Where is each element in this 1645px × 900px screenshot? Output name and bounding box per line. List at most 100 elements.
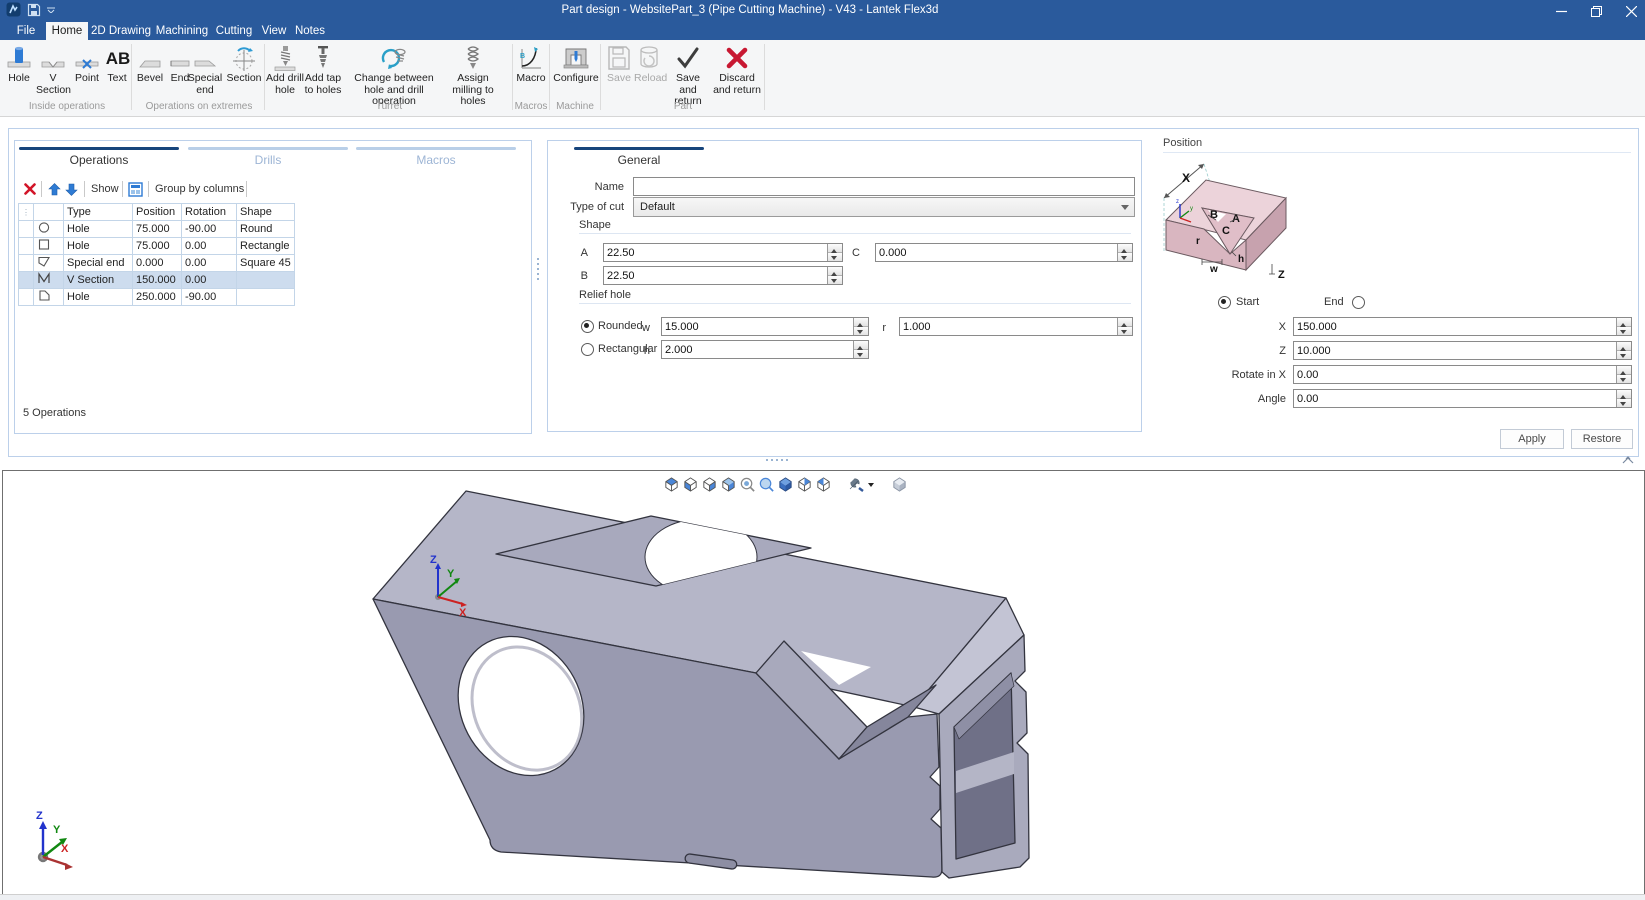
b-spinner[interactable]: [827, 267, 842, 284]
minimize-button[interactable]: [1556, 6, 1567, 17]
name-field[interactable]: [633, 177, 1135, 196]
c-field[interactable]: [875, 243, 1133, 262]
type-of-cut-dropdown[interactable]: Default: [633, 197, 1135, 217]
x-position-field[interactable]: [1293, 317, 1632, 336]
tab-file[interactable]: File: [10, 22, 42, 40]
vertical-splitter[interactable]: [537, 258, 539, 280]
a-input[interactable]: [607, 245, 826, 260]
c-input[interactable]: [879, 245, 1116, 260]
assign-milling-button[interactable]: Assign milling to holes: [442, 44, 504, 108]
h-spinner[interactable]: [853, 341, 868, 358]
material-cube-icon[interactable]: [891, 476, 908, 493]
x-position-input[interactable]: [1297, 319, 1615, 334]
rotate-in-x-field[interactable]: [1293, 365, 1632, 384]
collapse-panel-icon[interactable]: [1622, 455, 1634, 464]
rotate-in-x-spinner[interactable]: [1616, 366, 1631, 383]
table-row[interactable]: Hole 75.000 0.00 Rectangle: [19, 238, 295, 255]
tab-home[interactable]: Home: [46, 22, 88, 40]
add-tap-to-holes-button[interactable]: Add tap to holes: [301, 44, 345, 96]
table-row[interactable]: Hole 250.000 -90.00: [19, 289, 295, 306]
table-row[interactable]: Special end 0.000 0.00 Square 45: [19, 255, 295, 272]
angle-field[interactable]: [1293, 389, 1632, 408]
rounded-radio[interactable]: [581, 320, 594, 333]
move-down-icon[interactable]: [65, 183, 78, 196]
table-row-selected[interactable]: V Section 150.000 0.00: [19, 272, 295, 289]
z-position-input[interactable]: [1297, 343, 1615, 358]
restore-button[interactable]: Restore: [1571, 429, 1633, 449]
h-field[interactable]: [661, 340, 869, 359]
end-radio[interactable]: [1352, 296, 1365, 309]
configure-button[interactable]: Configure: [553, 44, 599, 85]
group-by-columns-button[interactable]: Group by columns: [155, 183, 244, 195]
rotate-in-x-input[interactable]: [1297, 367, 1615, 382]
zoom-window-icon[interactable]: [758, 476, 775, 493]
hole-button[interactable]: Hole: [4, 44, 34, 85]
save-button[interactable]: Save: [604, 44, 634, 85]
add-drill-hole-button[interactable]: Add drill hole: [266, 44, 304, 96]
column-chooser-icon[interactable]: [128, 182, 143, 197]
macro-button[interactable]: B Macro: [515, 44, 547, 85]
tab-operations[interactable]: Operations: [19, 153, 179, 167]
3d-viewport[interactable]: Z Y X Z Y X: [2, 470, 1645, 895]
move-up-icon[interactable]: [48, 183, 61, 196]
w-field[interactable]: [661, 317, 869, 336]
w-input[interactable]: [665, 319, 852, 334]
horizontal-splitter[interactable]: [766, 459, 788, 461]
a-field[interactable]: [603, 243, 843, 262]
x-position-spinner[interactable]: [1616, 318, 1631, 335]
h-input[interactable]: [665, 342, 852, 357]
name-input[interactable]: [637, 179, 1132, 194]
qat-dropdown-icon[interactable]: [47, 7, 55, 13]
r-spinner[interactable]: [1117, 318, 1132, 335]
rotation-column-header[interactable]: Rotation: [182, 204, 237, 221]
r-input[interactable]: [903, 319, 1116, 334]
shaded-view-icon[interactable]: [777, 476, 794, 493]
rectangular-radio[interactable]: [581, 343, 594, 356]
special-end-button[interactable]: Special end: [186, 44, 224, 96]
point-button[interactable]: Point: [72, 44, 102, 85]
save-quick-icon[interactable]: [27, 3, 41, 17]
view-iso-icon[interactable]: [720, 476, 737, 493]
discard-and-return-button[interactable]: Discard and return: [712, 44, 762, 96]
save-and-return-button[interactable]: Save and return: [666, 44, 710, 108]
section-button[interactable]: Section: [224, 44, 264, 85]
w-spinner[interactable]: [853, 318, 868, 335]
v-section-button[interactable]: V Section: [36, 44, 70, 96]
tab-2d-drawing[interactable]: 2D Drawing: [90, 22, 152, 40]
tab-cutting[interactable]: Cutting: [212, 22, 256, 40]
start-radio[interactable]: [1218, 296, 1231, 309]
tab-general[interactable]: General: [574, 153, 704, 167]
view-right-icon[interactable]: [701, 476, 718, 493]
zoom-orbit-icon[interactable]: [739, 476, 756, 493]
view-back-icon[interactable]: [796, 476, 813, 493]
tab-view[interactable]: View: [258, 22, 290, 40]
position-column-header[interactable]: Position: [133, 204, 182, 221]
z-position-spinner[interactable]: [1616, 342, 1631, 359]
close-button[interactable]: [1626, 6, 1637, 17]
text-button[interactable]: AB Text: [103, 44, 131, 85]
tab-macros[interactable]: Macros: [356, 153, 516, 167]
tab-machining[interactable]: Machining: [154, 22, 210, 40]
app-logo-icon[interactable]: [6, 2, 21, 17]
c-spinner[interactable]: [1117, 244, 1132, 261]
restore-button[interactable]: [1591, 6, 1602, 17]
b-field[interactable]: [603, 266, 843, 285]
type-column-header[interactable]: Type: [64, 204, 133, 221]
view-top-icon[interactable]: [663, 476, 680, 493]
display-options-icon[interactable]: [848, 476, 876, 493]
icon-column-header[interactable]: [34, 204, 64, 221]
r-field[interactable]: [899, 317, 1133, 336]
table-row[interactable]: Hole 75.000 -90.00 Round: [19, 221, 295, 238]
b-input[interactable]: [607, 268, 826, 283]
apply-button[interactable]: Apply: [1500, 429, 1564, 449]
tab-drills[interactable]: Drills: [188, 153, 348, 167]
tab-notes[interactable]: Notes: [292, 22, 328, 40]
z-position-field[interactable]: [1293, 341, 1632, 360]
show-button[interactable]: Show: [91, 183, 119, 195]
delete-operation-icon[interactable]: [24, 183, 36, 195]
angle-input[interactable]: [1297, 391, 1615, 406]
view-front-icon[interactable]: [682, 476, 699, 493]
shape-column-header[interactable]: Shape: [237, 204, 295, 221]
view-left-icon[interactable]: [815, 476, 832, 493]
a-spinner[interactable]: [827, 244, 842, 261]
